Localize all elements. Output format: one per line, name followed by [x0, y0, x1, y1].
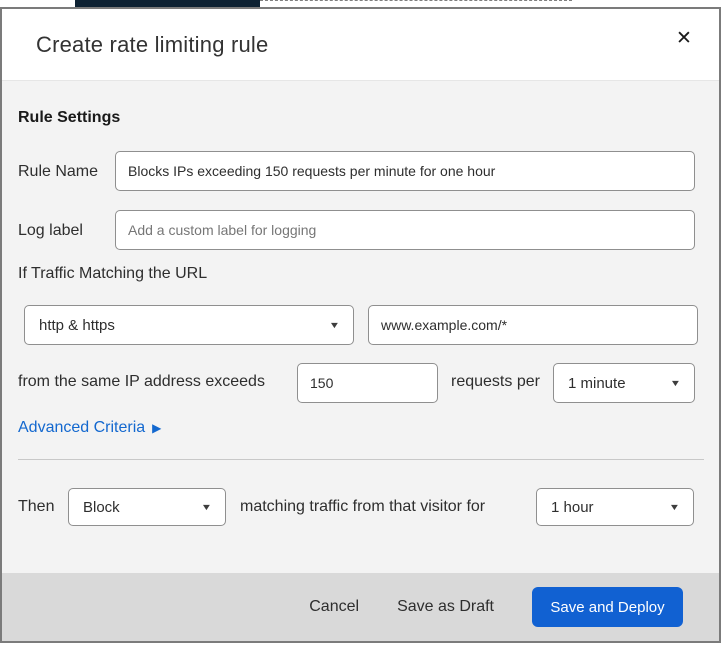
- chevron-down-icon: ▼: [328, 320, 341, 330]
- background-hairline: [260, 0, 572, 1]
- dialog-title: Create rate limiting rule: [36, 31, 269, 57]
- action-select[interactable]: Block ▼: [68, 488, 226, 526]
- save-as-draft-button[interactable]: Save as Draft: [397, 598, 494, 616]
- threshold-prefix-text: from the same IP address exceeds: [18, 373, 265, 390]
- log-label-label: Log label: [18, 222, 83, 239]
- save-and-deploy-button[interactable]: Save and Deploy: [532, 587, 683, 627]
- requests-per-text: requests per: [451, 373, 540, 390]
- log-label-input[interactable]: [115, 210, 695, 250]
- close-icon[interactable]: ✕: [667, 21, 701, 55]
- rule-settings-heading: Rule Settings: [18, 109, 121, 126]
- action-select-value: Block: [83, 498, 120, 516]
- rule-name-label: Rule Name: [18, 163, 99, 180]
- chevron-down-icon: ▼: [200, 502, 213, 512]
- background-app-bar: [75, 0, 260, 7]
- duration-select-value: 1 hour: [551, 498, 594, 516]
- period-select[interactable]: 1 minute ▼: [553, 363, 695, 403]
- chevron-right-icon: ▶: [152, 421, 162, 435]
- request-count-input[interactable]: [297, 363, 438, 403]
- scheme-select[interactable]: http & https ▼: [24, 305, 354, 345]
- period-select-value: 1 minute: [568, 374, 626, 392]
- dialog-body: Rule Settings Rule Name Log label If Tra…: [2, 80, 719, 573]
- url-input[interactable]: [368, 305, 698, 345]
- create-rate-limiting-rule-dialog: Create rate limiting rule ✕ Rule Setting…: [0, 7, 721, 643]
- advanced-criteria-link[interactable]: Advanced Criteria ▶: [18, 419, 161, 437]
- rule-name-input[interactable]: [115, 151, 695, 191]
- duration-select[interactable]: 1 hour ▼: [536, 488, 694, 526]
- then-text: Then: [18, 498, 55, 515]
- section-divider: [18, 459, 704, 460]
- dialog-footer: Cancel Save as Draft Save and Deploy: [2, 573, 719, 641]
- chevron-down-icon: ▼: [668, 502, 681, 512]
- chevron-down-icon: ▼: [669, 378, 682, 388]
- dialog-header: Create rate limiting rule ✕: [2, 9, 719, 80]
- screen: Create rate limiting rule ✕ Rule Setting…: [0, 0, 722, 650]
- cancel-button[interactable]: Cancel: [309, 598, 359, 616]
- scheme-select-value: http & https: [39, 316, 115, 334]
- traffic-match-intro: If Traffic Matching the URL: [18, 265, 208, 282]
- advanced-criteria-label: Advanced Criteria: [18, 419, 146, 436]
- matching-traffic-text: matching traffic from that visitor for: [240, 498, 486, 515]
